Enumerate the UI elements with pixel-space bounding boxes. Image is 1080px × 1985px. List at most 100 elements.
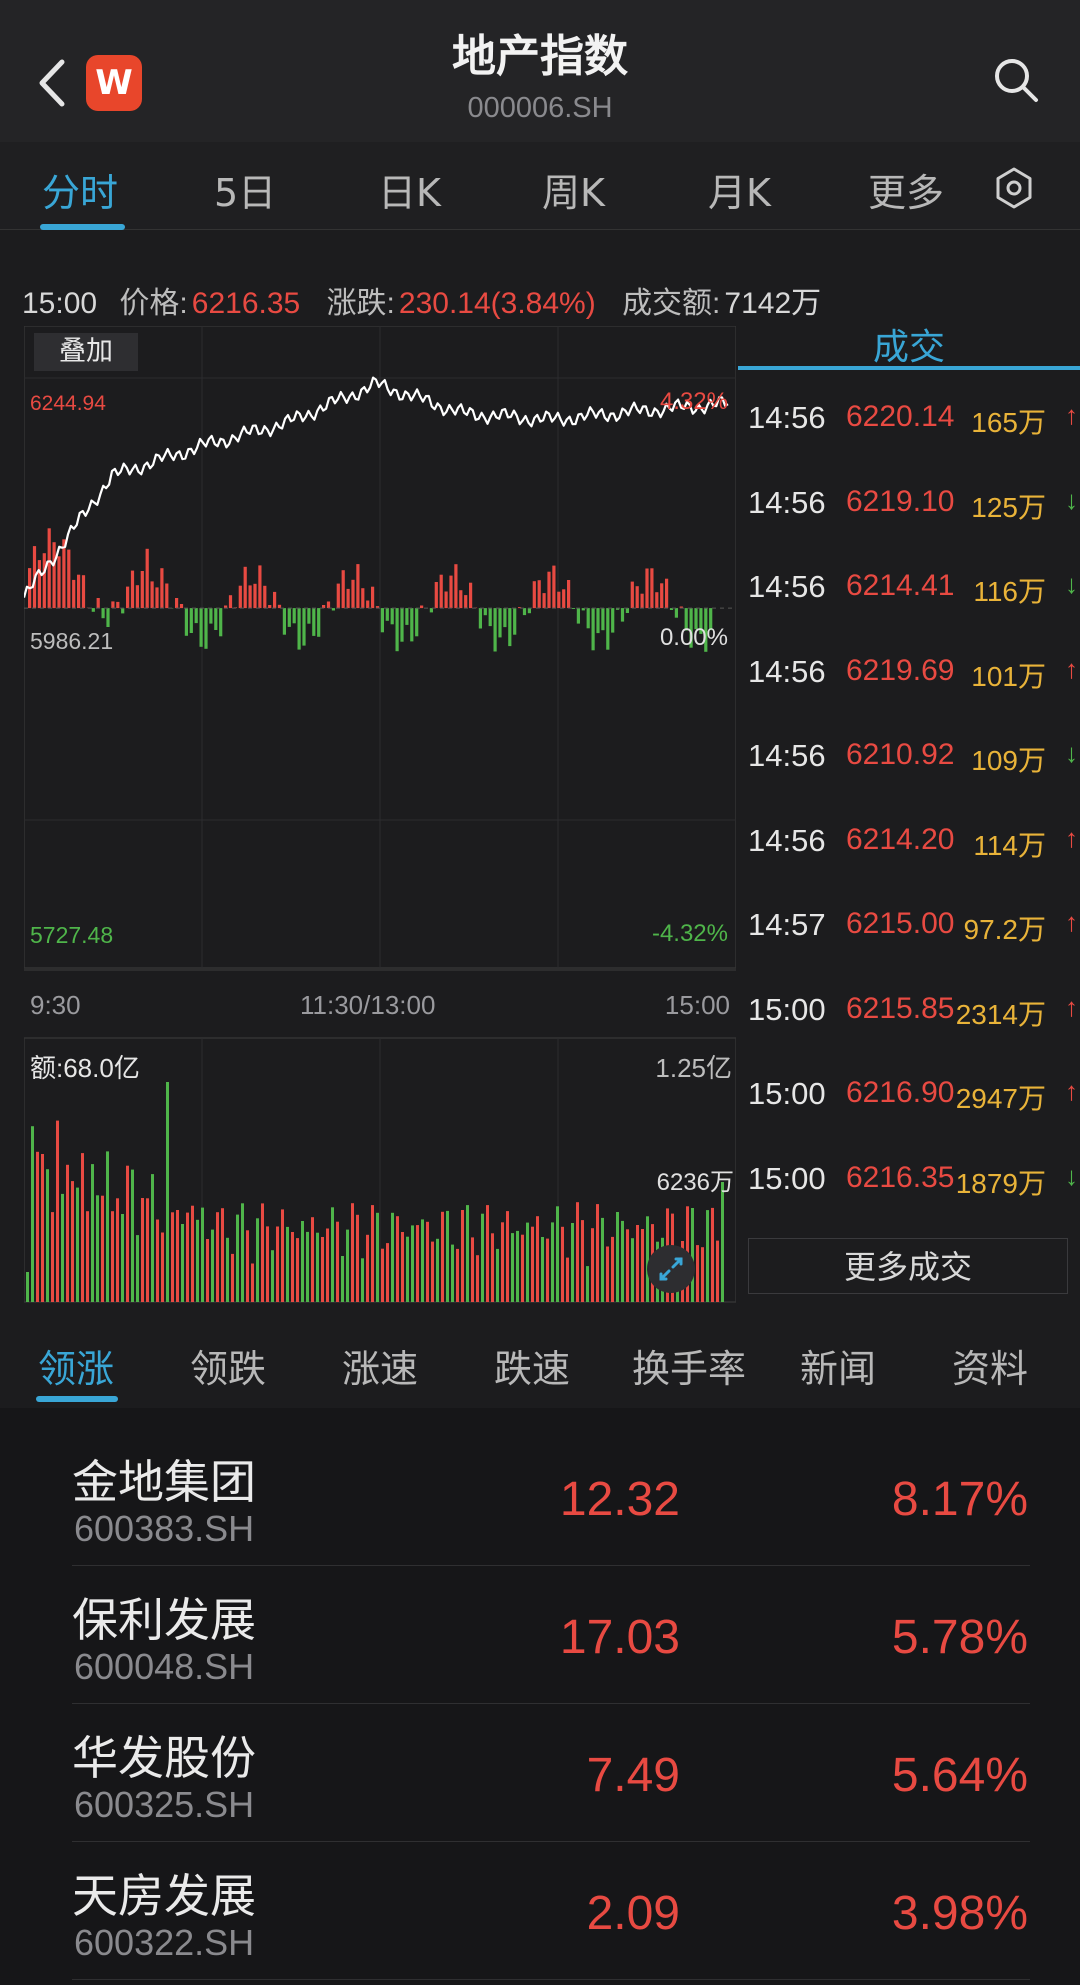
overlay-button[interactable]: 叠加 [34, 333, 138, 371]
volume-bar [146, 1198, 149, 1302]
intraday-chart[interactable] [24, 326, 736, 1314]
trade-price: 6210.92 [846, 738, 955, 771]
trade-volume: 116万 [973, 576, 1046, 607]
chart-high-price: 6244.94 [30, 392, 106, 415]
volume-bar [61, 1193, 64, 1302]
tab-turnover[interactable]: 换手率 [632, 1338, 746, 1393]
trade-row: 14:56 6220.14 165万 ↑ [744, 400, 1080, 484]
volume-bar [466, 1205, 469, 1302]
chart-base-pct: 0.00% [659, 624, 728, 651]
macd-bar [111, 601, 115, 609]
volume-bar [516, 1230, 519, 1302]
macd-bar [175, 598, 179, 609]
list-item[interactable]: 天房发展 600322.SH 2.09 3.98% [0, 1842, 1080, 1980]
tab-daily-k[interactable]: 日K [378, 162, 441, 217]
tab-monthly-k[interactable]: 月K [708, 162, 771, 217]
volume-bar [196, 1219, 199, 1302]
macd-bar [469, 582, 473, 609]
volume-bar [171, 1212, 174, 1302]
tab-more[interactable]: 更多 [868, 162, 944, 217]
macd-bar [567, 580, 571, 609]
stock-price: 12.32 [559, 1473, 680, 1526]
list-item[interactable]: 保利发展 600048.SH 17.03 5.78% [0, 1566, 1080, 1704]
volume-bar [231, 1253, 234, 1302]
macd-bar [47, 528, 51, 609]
tab-top-losers[interactable]: 领跌 [190, 1338, 266, 1393]
tab-5day[interactable]: 5日 [214, 162, 276, 217]
macd-bar [214, 608, 218, 630]
more-trades-button[interactable]: 更多成交 [748, 1238, 1068, 1294]
volume-bar [631, 1238, 634, 1302]
macd-bar [243, 566, 247, 609]
volume-bar [66, 1164, 69, 1302]
volume-bar [161, 1232, 164, 1302]
trade-price: 6216.35 [846, 1160, 955, 1194]
volume-bar [251, 1263, 254, 1302]
gear-icon[interactable] [992, 166, 1036, 210]
volume-bar [496, 1248, 499, 1302]
macd-bar [400, 608, 404, 642]
divider [72, 1979, 1030, 1980]
list-item[interactable]: 华发股份 600325.SH 7.49 5.64% [0, 1704, 1080, 1842]
volume-bar [191, 1205, 194, 1302]
trades-title[interactable]: 成交 [738, 318, 1080, 370]
tab-weekly-k[interactable]: 周K [542, 162, 605, 217]
macd-bar [674, 608, 678, 618]
macd-bar [562, 589, 566, 609]
trade-time: 15:00 [748, 1076, 826, 1111]
tab-rise-speed[interactable]: 涨速 [342, 1338, 418, 1393]
volume-bar [186, 1212, 189, 1302]
volume-bar [56, 1120, 59, 1302]
tab-top-gainers[interactable]: 领涨 [38, 1338, 114, 1393]
trade-price: 6219.69 [846, 653, 955, 687]
volume-bar [81, 1153, 84, 1302]
active-tab-indicator [40, 224, 125, 230]
stock-code: 600322.SH [74, 1922, 255, 1963]
change-label: 涨跌: [326, 287, 395, 320]
volume-bar [341, 1256, 344, 1302]
period-tabs: 分时 5日 日K 周K 月K 更多 [0, 142, 1080, 230]
volume-bar [406, 1236, 409, 1302]
trades-title-underline [738, 366, 1080, 370]
volume-bar [546, 1238, 549, 1302]
time-axis-end: 15:00 [664, 990, 730, 1020]
volume-bar [396, 1216, 399, 1302]
macd-bar [586, 608, 590, 629]
macd-bar [96, 598, 100, 609]
trade-row: 15:00 6216.35 1879万 ↓ [744, 1161, 1080, 1245]
arrow-down-icon: ↓ [1065, 738, 1078, 768]
volume-bar [51, 1212, 54, 1302]
trade-time: 14:56 [748, 822, 826, 858]
trade-volume: 165万 [971, 407, 1046, 438]
volume-bar [601, 1217, 604, 1302]
macd-bar [606, 608, 610, 650]
volume-bar [421, 1219, 424, 1302]
macd-bar [106, 608, 110, 627]
trade-time: 14:56 [748, 400, 826, 435]
macd-bar [57, 556, 61, 609]
volume-bar [361, 1258, 364, 1302]
stock-change-pct: 5.64% [891, 1749, 1028, 1802]
macd-bar [449, 575, 453, 609]
macd-bar [434, 582, 438, 609]
list-item[interactable]: 金地集团 600383.SH 12.32 8.17% [0, 1428, 1080, 1566]
tab-intraday[interactable]: 分时 [42, 162, 118, 217]
volume-bar [356, 1214, 359, 1302]
volume-bar [346, 1229, 349, 1302]
volume-bar [521, 1234, 524, 1302]
macd-bar [341, 570, 345, 609]
volume-bar [321, 1237, 324, 1302]
search-icon[interactable] [992, 56, 1040, 104]
price-line [24, 376, 729, 598]
macd-bar [620, 608, 625, 622]
tab-fall-speed[interactable]: 跌速 [494, 1338, 570, 1393]
tab-profile[interactable]: 资料 [952, 1338, 1028, 1393]
volume-bar [301, 1221, 304, 1302]
tab-news[interactable]: 新闻 [800, 1338, 876, 1393]
trade-volume: 114万 [973, 829, 1046, 861]
trade-volume: 1879万 [955, 1167, 1046, 1199]
macd-bar [596, 608, 600, 634]
page-title: 地产指数 [452, 31, 628, 82]
volume-bar [581, 1220, 584, 1302]
fullscreen-icon[interactable] [646, 1244, 696, 1294]
